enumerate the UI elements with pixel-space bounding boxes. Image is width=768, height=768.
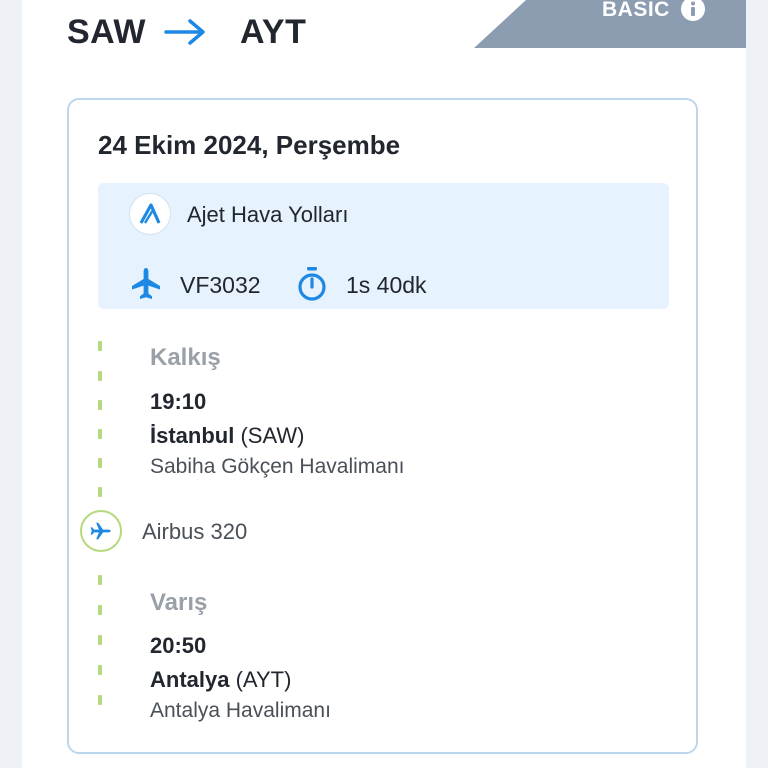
arrival-city: Antalya (AYT) xyxy=(150,667,291,693)
timeline-dash xyxy=(98,487,102,497)
aircraft-marker xyxy=(80,510,122,552)
departure-label: Kalkış xyxy=(150,344,221,371)
timeline-dash xyxy=(98,575,102,585)
destination-code: AYT xyxy=(239,12,307,51)
timeline-dash xyxy=(98,458,102,468)
arrival-time: 20:50 xyxy=(150,633,207,658)
airplane-icon xyxy=(90,522,111,540)
flight-duration: 1s 40dk xyxy=(346,272,427,298)
flight-number: VF3032 xyxy=(180,272,261,298)
timeline-dash xyxy=(98,400,102,410)
timeline-dash xyxy=(98,371,102,381)
timeline-dash xyxy=(98,341,102,351)
airline-logo xyxy=(129,193,171,235)
departure-city-code: (SAW) xyxy=(240,423,305,448)
aircraft-model: Airbus 320 xyxy=(142,519,248,544)
arrow-right-icon xyxy=(164,19,205,45)
fare-label: BASIC xyxy=(602,0,670,21)
timeline-dash xyxy=(98,665,102,675)
airplane-icon xyxy=(132,268,160,299)
timeline-dash xyxy=(98,635,102,645)
flight-date: 24 Ekim 2024, Perşembe xyxy=(98,130,401,160)
route-header: SAW AYT xyxy=(67,12,306,52)
stopwatch-icon xyxy=(298,267,326,301)
timeline-dash xyxy=(98,429,102,439)
arrival-airport: Antalya Havalimanı xyxy=(150,699,331,722)
arrival-city-code: (AYT) xyxy=(235,667,292,692)
departure-city-name: İstanbul xyxy=(150,423,235,448)
departure-time: 19:10 xyxy=(150,389,207,414)
arrival-label: Varış xyxy=(150,589,208,616)
departure-airport: Sabiha Gökçen Havalimanı xyxy=(150,455,405,478)
departure-city: İstanbul (SAW) xyxy=(150,423,304,449)
airline-name: Ajet Hava Yolları xyxy=(187,202,349,227)
timeline-dash xyxy=(98,695,102,705)
arrival-city-name: Antalya xyxy=(150,667,230,692)
timeline-dash xyxy=(98,605,102,615)
origin-code: SAW xyxy=(67,12,146,51)
